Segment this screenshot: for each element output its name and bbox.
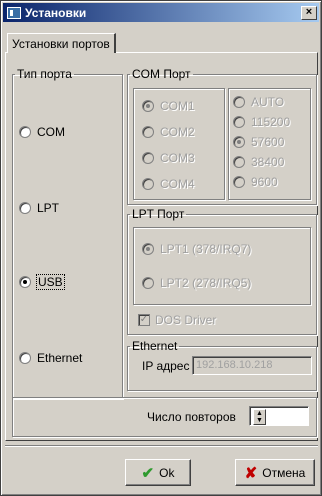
cancel-button[interactable]: ✘ Отмена bbox=[235, 459, 315, 486]
speed-auto-label: AUTO bbox=[251, 95, 285, 109]
port-type-usb-label: USB bbox=[36, 274, 65, 290]
com-port-group: COM Порт COM1 COM2 COM3 COM4 AUTO 115200… bbox=[127, 67, 317, 205]
speed-57600-radio[interactable]: 57600 bbox=[233, 135, 284, 149]
retries-group: Число повторов 10 ▲▼ bbox=[12, 397, 317, 437]
port-type-lpt-radio[interactable]: LPT bbox=[19, 201, 59, 215]
port-type-com-label: COM bbox=[37, 125, 65, 139]
tab-port-settings[interactable]: Установки портов bbox=[7, 33, 116, 53]
speed-115200-radio[interactable]: 115200 bbox=[233, 115, 290, 129]
lpt-port-list: LPT1 (378/IRQ7) LPT2 (278/IRQ5) bbox=[133, 227, 311, 305]
lpt2-label: LPT2 (278/IRQ5) bbox=[160, 276, 252, 290]
button-bar: ✔ Ok ✘ Отмена bbox=[5, 445, 318, 493]
com1-label: COM1 bbox=[160, 99, 195, 113]
speed-auto-radio[interactable]: AUTO bbox=[233, 95, 284, 109]
ethernet-group: Ethernet IP адрес 192.168.10.218 bbox=[127, 339, 317, 391]
checkmark-icon: ✔ bbox=[141, 464, 155, 482]
ethernet-legend: Ethernet bbox=[132, 339, 178, 353]
close-button[interactable]: × bbox=[301, 5, 317, 20]
dos-driver-label: DOS Driver bbox=[155, 313, 217, 327]
speed-9600-radio[interactable]: 9600 bbox=[233, 175, 278, 189]
radio-dot[interactable] bbox=[233, 176, 245, 188]
radio-dot[interactable] bbox=[233, 156, 245, 168]
speed-38400-label: 38400 bbox=[251, 155, 285, 169]
radio-dot[interactable] bbox=[142, 100, 154, 112]
com2-label: COM2 bbox=[160, 125, 195, 139]
cancel-label: Отмена bbox=[262, 465, 306, 480]
lpt2-radio[interactable]: LPT2 (278/IRQ5) bbox=[142, 276, 251, 290]
lpt-port-legend: LPT Порт bbox=[132, 207, 185, 221]
port-type-ethernet-label: Ethernet bbox=[37, 351, 83, 365]
checkmark-icon[interactable]: ✓ bbox=[138, 314, 150, 326]
com4-label: COM4 bbox=[160, 177, 195, 191]
title-bar[interactable]: Установки × bbox=[3, 3, 319, 22]
com3-label: COM3 bbox=[160, 151, 195, 165]
port-type-ethernet-radio[interactable]: Ethernet bbox=[19, 351, 82, 365]
radio-dot[interactable] bbox=[142, 178, 154, 190]
port-type-group: Тип порта COM LPT USB Ethernet bbox=[12, 67, 123, 399]
radio-dot[interactable] bbox=[142, 152, 154, 164]
speed-115200-label: 115200 bbox=[251, 115, 291, 129]
speed-38400-radio[interactable]: 38400 bbox=[233, 155, 284, 169]
radio-dot[interactable] bbox=[142, 126, 154, 138]
radio-dot[interactable] bbox=[233, 136, 245, 148]
com-speed-list: AUTO 115200 57600 38400 9600 bbox=[228, 88, 311, 200]
radio-dot[interactable] bbox=[142, 277, 154, 289]
ok-label: Ok bbox=[159, 465, 175, 480]
lpt1-label: LPT1 (378/IRQ7) bbox=[160, 242, 252, 256]
com3-radio[interactable]: COM3 bbox=[142, 151, 195, 165]
com-port-list: COM1 COM2 COM3 COM4 bbox=[133, 88, 225, 200]
dos-driver-checkbox[interactable]: ✓ DOS Driver bbox=[138, 313, 216, 327]
speed-9600-label: 9600 bbox=[251, 175, 278, 189]
port-type-lpt-label: LPT bbox=[37, 201, 60, 215]
radio-dot[interactable] bbox=[19, 126, 31, 138]
lpt1-radio[interactable]: LPT1 (378/IRQ7) bbox=[142, 242, 251, 256]
cancel-x-icon: ✘ bbox=[244, 464, 258, 482]
port-type-legend: Тип порта bbox=[17, 67, 72, 81]
radio-dot[interactable] bbox=[19, 276, 31, 288]
port-type-com-radio[interactable]: COM bbox=[19, 125, 65, 139]
spin-arrows-icon[interactable]: ▲ ▼ bbox=[253, 409, 266, 425]
retries-label: Число повторов bbox=[147, 410, 236, 424]
window-title: Установки bbox=[25, 5, 87, 20]
app-icon bbox=[7, 6, 21, 19]
retries-spinner[interactable]: 10 ▲▼ bbox=[249, 406, 309, 426]
speed-57600-label: 57600 bbox=[251, 135, 285, 149]
radio-dot[interactable] bbox=[233, 96, 245, 108]
radio-dot[interactable] bbox=[19, 202, 31, 214]
tab-page: Тип порта COM LPT USB Ethernet COM Порт bbox=[5, 52, 318, 441]
ok-button[interactable]: ✔ Ok bbox=[125, 459, 191, 486]
com1-radio[interactable]: COM1 bbox=[142, 99, 195, 113]
ip-address-field[interactable]: 192.168.10.218 bbox=[192, 356, 312, 375]
radio-dot[interactable] bbox=[19, 352, 31, 364]
port-type-usb-radio[interactable]: USB bbox=[19, 274, 65, 290]
radio-dot[interactable] bbox=[142, 243, 154, 255]
com4-radio[interactable]: COM4 bbox=[142, 177, 195, 191]
com2-radio[interactable]: COM2 bbox=[142, 125, 195, 139]
com-port-legend: COM Порт bbox=[132, 67, 191, 81]
settings-window: Установки × Установки портов Тип порта C… bbox=[0, 0, 322, 496]
ip-address-label: IP адрес bbox=[142, 359, 190, 373]
radio-dot[interactable] bbox=[233, 116, 245, 128]
lpt-port-group: LPT Порт LPT1 (378/IRQ7) LPT2 (278/IRQ5)… bbox=[127, 207, 317, 335]
